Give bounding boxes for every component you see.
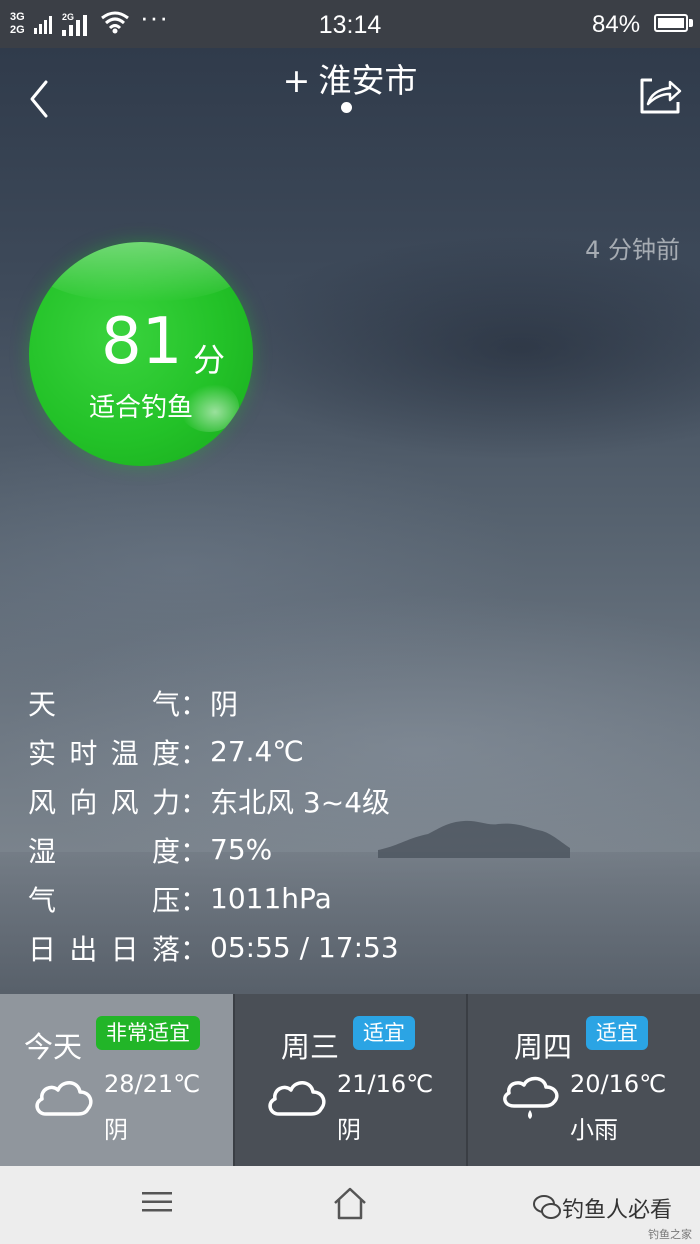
detail-value: 05:55 / 17:53 — [210, 931, 399, 964]
forecast-temp: 20/16℃ — [570, 1070, 667, 1098]
city-selector[interactable]: + 淮安市 — [0, 54, 700, 102]
add-city-icon[interactable]: + — [283, 61, 311, 100]
detail-label-char: 实 — [28, 736, 57, 770]
forecast-wednesday[interactable]: 周三 适宜 21/16℃ 阴 — [233, 994, 466, 1166]
forecast-desc: 阴 — [337, 1116, 361, 1144]
suitability-badge: 适宜 — [586, 1016, 648, 1050]
detail-label: 气压 — [28, 879, 180, 919]
battery-icon — [654, 14, 688, 32]
forecast-temp: 28/21℃ — [104, 1070, 201, 1098]
detail-separator: ： — [180, 883, 209, 917]
menu-button[interactable] — [142, 1191, 172, 1213]
detail-separator: ： — [180, 785, 209, 819]
battery-tip — [689, 19, 693, 27]
detail-label-char: 时 — [69, 736, 98, 770]
fishing-score-bubble: 81 分 适合钓鱼 — [29, 242, 253, 466]
detail-separator: ： — [180, 932, 209, 966]
watermark-text: 钓鱼人必看 — [562, 1198, 673, 1223]
forecast-temp: 21/16℃ — [337, 1070, 434, 1098]
forecast-thursday[interactable]: 周四 适宜 20/16℃ 小雨 — [466, 994, 700, 1166]
island-image — [378, 820, 570, 858]
detail-label: 实时温度 — [28, 732, 180, 772]
wechat-logo-icon — [533, 1195, 561, 1219]
detail-label-char: 气 — [151, 687, 180, 721]
city-name: 淮安市 — [318, 61, 418, 100]
forecast-day-name: 今天 — [24, 1030, 83, 1064]
score-label: 适合钓鱼 — [88, 393, 193, 423]
weather-detail-row: 日出日落： 05:55 / 17:53 — [28, 923, 399, 972]
detail-label-char: 力 — [151, 785, 180, 819]
weather-detail-row: 湿度： 75% — [28, 825, 399, 874]
detail-label-char: 温 — [110, 736, 139, 770]
detail-label-char: 向 — [69, 785, 98, 819]
detail-label: 风向风力 — [28, 781, 180, 821]
suitability-badge: 非常适宜 — [96, 1016, 200, 1050]
status-bar: 3G 2G 2G ··· 13:14 84% — [0, 0, 700, 48]
weather-details: 天气：阴实时温度： 27.4℃ 风向风力：东北风 3~4级湿度： 75% 气压： 1011… — [28, 678, 399, 972]
detail-separator: ： — [180, 736, 209, 770]
forecast-strip: 今天 非常适宜 28/21℃ 阴 周三 适宜 21/16℃ 阴 周四 适宜 20… — [0, 994, 700, 1166]
forecast-day-name: 周三 — [281, 1030, 340, 1064]
weather-detail-row: 风向风力：东北风 3~4级 — [28, 776, 399, 825]
update-time: 4 分钟前 — [585, 236, 680, 264]
detail-label-char: 落 — [151, 932, 180, 966]
battery-percent: 84% — [592, 11, 641, 38]
page-indicator-dot — [341, 102, 352, 113]
detail-value: 阴 — [210, 687, 239, 721]
share-button[interactable] — [638, 76, 682, 116]
detail-value: 东北风 3~4级 — [210, 785, 391, 819]
detail-value: 75% — [210, 833, 273, 866]
score-value: 81 — [101, 305, 183, 379]
detail-label-char: 度 — [151, 736, 180, 770]
forecast-desc: 阴 — [104, 1116, 128, 1144]
detail-label-char: 日 — [28, 932, 57, 966]
forecast-today[interactable]: 今天 非常适宜 28/21℃ 阴 — [0, 994, 233, 1166]
detail-value: 1011hPa — [210, 882, 332, 915]
detail-label: 日出日落 — [28, 928, 180, 968]
detail-label: 天气 — [28, 683, 180, 723]
detail-label-char: 湿 — [28, 834, 57, 868]
detail-label-char: 天 — [28, 687, 57, 721]
detail-separator: ： — [180, 834, 209, 868]
score-unit: 分 — [193, 341, 226, 379]
detail-label-char: 风 — [28, 785, 57, 819]
weather-detail-row: 天气：阴 — [28, 678, 399, 727]
detail-label-char: 日 — [110, 932, 139, 966]
detail-label-char: 出 — [69, 932, 98, 966]
detail-separator: ： — [180, 687, 209, 721]
forecast-desc: 小雨 — [570, 1116, 618, 1144]
suitability-badge: 适宜 — [353, 1016, 415, 1050]
forecast-day-name: 周四 — [514, 1030, 573, 1064]
detail-value: 27.4℃ — [210, 735, 304, 768]
rain-cloud-icon — [503, 1076, 559, 1119]
cloud-icon — [35, 1081, 93, 1116]
detail-label-char: 压 — [151, 883, 180, 917]
watermark-subtext: 钓鱼之家 — [648, 1228, 692, 1241]
detail-label: 湿度 — [28, 830, 180, 870]
detail-label-char: 度 — [151, 834, 180, 868]
weather-detail-row: 实时温度： 27.4℃ — [28, 727, 399, 776]
detail-label-char: 气 — [28, 883, 57, 917]
home-button[interactable] — [332, 1186, 368, 1220]
cloud-icon — [268, 1081, 326, 1116]
detail-label-char: 风 — [110, 785, 139, 819]
bubble-gloss — [39, 242, 243, 302]
weather-detail-row: 气压： 1011hPa — [28, 874, 399, 923]
